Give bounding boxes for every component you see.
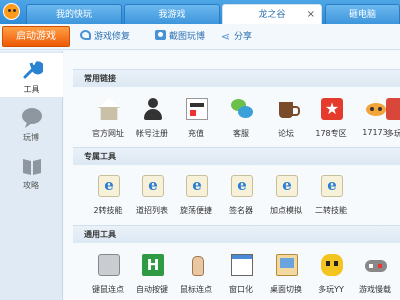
close-icon[interactable]: × [307,5,315,25]
keyboard-icon [98,254,120,276]
ie-file-icon [142,175,164,197]
sidebar: 工具 玩博 攻略 [0,51,63,300]
tool-mouse-clicker[interactable]: 鼠标连点 [174,254,218,300]
item-label: 多玩 [386,129,400,138]
link-account-register[interactable]: 帐号注册 [130,98,174,148]
item-label: 游戏慢载 [359,285,391,294]
sidebar-item-guide[interactable]: 攻略 [0,149,62,193]
window-icon [231,254,253,276]
ie-file-icon [186,175,208,197]
tool-game-slowload[interactable]: 游戏慢载 [353,254,397,300]
tab-my-game[interactable]: 我游戏 [124,4,220,24]
star-icon [321,98,343,120]
tools-panel: 常用链接 官方网址 帐号注册 充值 客服 论坛 178专区 17173 多玩 专… [64,51,400,300]
tool-desktop-switch[interactable]: 桌面切换 [264,254,308,300]
sidebar-item-tools[interactable]: 工具 [0,53,63,97]
tab-bar: 我的快玩 我游戏 龙之谷 × 砸电脑 [0,0,400,24]
game-repair-label: 游戏修复 [94,32,131,42]
app-logo-icon [3,3,20,20]
launch-game-button[interactable]: 启动游戏 [2,26,70,47]
section-title-exclusive-tools: 专属工具 [73,147,400,165]
book-icon [23,159,41,175]
ie-file-icon [321,175,343,197]
tool-quick-guide[interactable]: 旋荡便捷 [174,175,218,225]
screenshot-label: 截图玩博 [169,32,206,42]
ie-file-icon [276,175,298,197]
yy-icon [321,254,343,276]
ie-file-icon [98,175,120,197]
tab-my-games[interactable]: 我的快玩 [26,4,122,24]
speech-bubble-icon [22,108,42,128]
wrench-icon [23,61,43,79]
section-title-general-tools: 通用工具 [73,225,400,243]
share-button[interactable]: ⋖ 分享 [220,30,252,44]
tab-label: 我的快玩 [55,10,92,20]
tool-2nd-class-skills[interactable]: 2转技能 [86,175,130,225]
camera-icon [155,30,166,40]
game-repair-button[interactable]: 游戏修复 [80,30,130,44]
toolbar: 启动游戏 游戏修复 截图玩博 ⋖ 分享 [0,24,400,50]
person-icon [142,98,164,120]
item-label: 二转技能 [315,206,347,215]
card-icon [186,98,208,120]
sidebar-item-label: 工具 [23,85,40,94]
tab-smash-pc[interactable]: 砸电脑 [325,4,400,24]
link-duowan[interactable]: 多玩 [386,98,400,148]
ie-file-icon [231,175,253,197]
link-forum[interactable]: 论坛 [264,98,308,148]
house-icon [98,98,120,120]
link-customer-service[interactable]: 客服 [219,98,263,148]
tab-label: 龙之谷 [258,10,286,20]
link-178-zone[interactable]: 178专区 [309,98,353,148]
tab-label: 砸电脑 [348,10,376,20]
coffee-cup-icon [276,98,300,120]
chat-icon [231,98,253,120]
tool-windowed-mode[interactable]: 窗口化 [219,254,263,300]
shop-icon [386,98,400,120]
share-label: 分享 [234,32,253,42]
section-title-common-links: 常用链接 [73,69,400,87]
wrench-icon [80,30,91,40]
share-icon: ⋖ [220,30,231,43]
tab-dragon-nest[interactable]: 龙之谷 × [222,4,322,24]
sidebar-item-label: 攻略 [23,181,39,190]
desktop-icon [276,254,298,276]
tool-skill-simulator[interactable]: 加点模拟 [264,175,308,225]
sidebar-item-label: 玩博 [23,133,39,142]
tool-move-list[interactable]: 道招列表 [130,175,174,225]
eyes-icon [365,98,387,120]
h-icon: H [142,254,164,276]
link-recharge[interactable]: 充值 [174,98,218,148]
tool-signature-maker[interactable]: 签名器 [219,175,263,225]
sidebar-item-wanbo[interactable]: 玩博 [0,101,62,145]
tab-label: 我游戏 [158,10,186,20]
link-official-site[interactable]: 官方网址 [86,98,130,148]
tool-second-class-skills[interactable]: 二转技能 [309,175,353,225]
hand-icon [186,254,208,276]
gamepad-icon [365,254,387,276]
screenshot-button[interactable]: 截图玩博 [155,30,205,44]
